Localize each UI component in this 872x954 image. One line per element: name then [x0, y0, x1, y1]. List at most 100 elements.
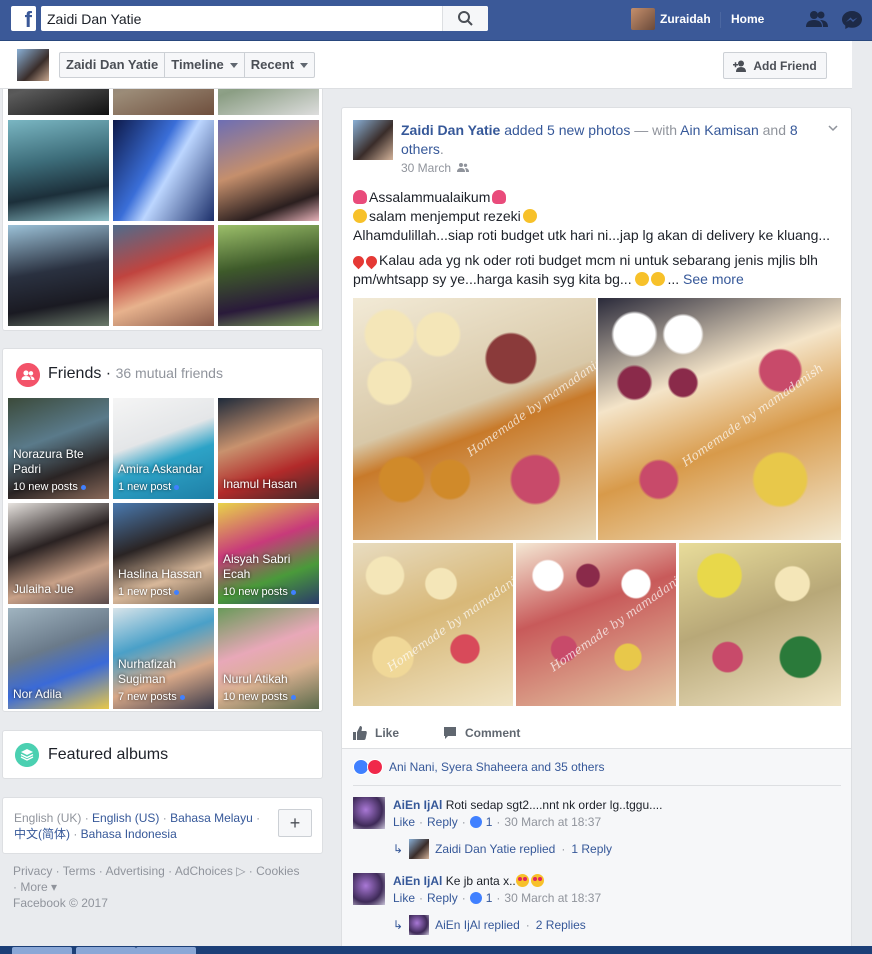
search-box[interactable]: [41, 6, 488, 31]
more-link[interactable]: · More ▾: [13, 880, 57, 894]
friend-name[interactable]: Nurhafizah Sugiman: [118, 657, 214, 687]
timeline-dropdown[interactable]: Timeline: [165, 53, 245, 77]
friend-tile[interactable]: Nurhafizah Sugiman 7 new posts: [113, 608, 214, 709]
comment-like-button[interactable]: Like: [393, 815, 415, 829]
taskbar-button[interactable]: [76, 947, 136, 954]
reactions-summary[interactable]: Ani Nani, Syera Shaheera and 35 others: [353, 759, 604, 775]
friend-new-posts[interactable]: 1 new post: [118, 586, 180, 598]
friend-new-posts[interactable]: 10 new posts: [223, 586, 296, 598]
post-timestamp[interactable]: 30 March: [401, 161, 470, 175]
post-options-chevron-icon[interactable]: [828, 124, 838, 132]
cookies-link[interactable]: · Cookies: [249, 864, 300, 878]
home-link[interactable]: Home: [731, 12, 764, 26]
friend-name[interactable]: Nor Adila: [13, 687, 62, 702]
comment-button[interactable]: Comment: [443, 726, 520, 740]
commenter-name[interactable]: AiEn IjAl: [393, 798, 442, 812]
friends-audience-icon[interactable]: [457, 161, 470, 175]
reply-arrow-icon: ↳: [393, 842, 404, 856]
post-author-avatar[interactable]: [353, 120, 393, 160]
search-input[interactable]: [47, 9, 437, 28]
taskbar-button[interactable]: [12, 947, 72, 954]
friend-name[interactable]: Amira Askandar: [118, 462, 203, 477]
post-photo[interactable]: Homemade by mamadanish: [516, 543, 676, 706]
comment-like-button[interactable]: Like: [393, 891, 415, 905]
search-button[interactable]: [442, 6, 488, 31]
photo-tile[interactable]: [8, 120, 109, 221]
photo-tile[interactable]: [218, 225, 319, 326]
comment-timestamp[interactable]: 30 March at 18:37: [504, 891, 601, 905]
user-name-link[interactable]: Zuraidah: [660, 12, 711, 26]
post-author-link[interactable]: Zaidi Dan Yatie: [401, 122, 500, 138]
friend-name[interactable]: Norazura Bte Padri: [13, 447, 109, 477]
friend-new-posts[interactable]: 7 new posts: [118, 691, 185, 703]
reply-count[interactable]: 2 Replies: [536, 918, 586, 932]
photo-tile[interactable]: [113, 225, 214, 326]
replies-link[interactable]: ↳ Zaidi Dan Yatie replied · 1 Reply: [393, 839, 612, 859]
friend-tile[interactable]: Aisyah Sabri Ecah 10 new posts: [218, 503, 319, 604]
friend-new-posts[interactable]: 1 new post: [118, 481, 180, 493]
featured-albums-title[interactable]: Featured albums: [48, 746, 168, 764]
taskbar-button[interactable]: [136, 947, 196, 954]
footer-policy-links[interactable]: Privacy · Terms · Advertising · AdChoice…: [13, 864, 233, 878]
photo-tile[interactable]: [8, 89, 109, 115]
messenger-icon[interactable]: [841, 9, 863, 31]
commenter-avatar[interactable]: [353, 797, 385, 829]
see-more-link[interactable]: See more: [683, 271, 744, 287]
reactions-text[interactable]: Ani Nani, Syera Shaheera and 35 others: [389, 760, 604, 774]
facebook-logo-icon[interactable]: f: [11, 6, 36, 31]
add-language-button[interactable]: +: [278, 809, 312, 837]
comment-like-count[interactable]: 1: [486, 891, 493, 905]
comment-reply-button[interactable]: Reply: [427, 891, 458, 905]
friend-requests-icon[interactable]: [806, 10, 828, 28]
friend-name[interactable]: Julaiha Jue: [13, 582, 74, 597]
friend-name[interactable]: Inamul Hasan: [223, 477, 297, 492]
user-avatar[interactable]: [631, 8, 655, 30]
photo-tile[interactable]: [113, 120, 214, 221]
photo-tile[interactable]: [113, 89, 214, 115]
friend-new-posts[interactable]: 10 new posts: [223, 691, 296, 703]
comment-reply-button[interactable]: Reply: [427, 815, 458, 829]
commenter-avatar[interactable]: [353, 873, 385, 905]
featured-albums-card[interactable]: Featured albums: [2, 730, 323, 779]
add-friend-button[interactable]: Add Friend: [723, 52, 827, 79]
friend-tile[interactable]: Julaiha Jue: [8, 503, 109, 604]
recent-dropdown[interactable]: Recent: [245, 53, 314, 77]
post-photo[interactable]: Homemade by mamadanish: [598, 298, 841, 540]
photo-tile[interactable]: [8, 225, 109, 326]
reply-author[interactable]: AiEn IjAl replied: [435, 918, 520, 932]
friend-tile[interactable]: Amira Askandar 1 new post: [113, 398, 214, 499]
profile-thumbnail[interactable]: [17, 49, 49, 81]
language-link[interactable]: 中文(简体): [14, 827, 70, 841]
like-button[interactable]: Like: [353, 726, 399, 740]
post-date[interactable]: 30 March: [401, 161, 451, 175]
friend-tile[interactable]: Inamul Hasan: [218, 398, 319, 499]
photo-tile[interactable]: [218, 120, 319, 221]
friend-name[interactable]: Aisyah Sabri Ecah: [223, 552, 319, 582]
comment-timestamp[interactable]: 30 March at 18:37: [504, 815, 601, 829]
friends-title-label[interactable]: Friends: [48, 365, 101, 382]
post-photo[interactable]: Homemade by mamadanish: [353, 298, 596, 540]
language-link[interactable]: Bahasa Indonesia: [81, 827, 177, 841]
comment-like-count[interactable]: 1: [486, 815, 493, 829]
language-link[interactable]: English (US): [92, 811, 159, 825]
post-photo[interactable]: [679, 543, 841, 706]
replies-link[interactable]: ↳ AiEn IjAl replied · 2 Replies: [393, 915, 586, 935]
friend-name[interactable]: Haslina Hassan: [118, 567, 202, 582]
language-link[interactable]: Bahasa Melayu: [170, 811, 253, 825]
reply-count[interactable]: 1 Reply: [571, 842, 612, 856]
friend-name[interactable]: Nurul Atikah: [223, 672, 288, 687]
post-photo[interactable]: Homemade by mamadanish: [353, 543, 513, 706]
post-action[interactable]: added 5 new photos: [504, 122, 630, 138]
reply-author[interactable]: Zaidi Dan Yatie replied: [435, 842, 555, 856]
photo-tile[interactable]: [218, 89, 319, 115]
friend-tile[interactable]: Nurul Atikah 10 new posts: [218, 608, 319, 709]
friend-tile[interactable]: Norazura Bte Padri 10 new posts: [8, 398, 109, 499]
friend-tile[interactable]: Haslina Hassan 1 new post: [113, 503, 214, 604]
mutual-friends-count[interactable]: 36 mutual friends: [116, 365, 223, 381]
commenter-name[interactable]: AiEn IjAl: [393, 874, 442, 888]
friend-new-posts[interactable]: 10 new posts: [13, 481, 86, 493]
friend-tile[interactable]: Nor Adila: [8, 608, 109, 709]
profile-name-tab[interactable]: Zaidi Dan Yatie: [60, 53, 166, 77]
friends-heading[interactable]: Friends · 36 mutual friends: [48, 365, 223, 383]
tagged-friend-link[interactable]: Ain Kamisan: [680, 122, 759, 138]
